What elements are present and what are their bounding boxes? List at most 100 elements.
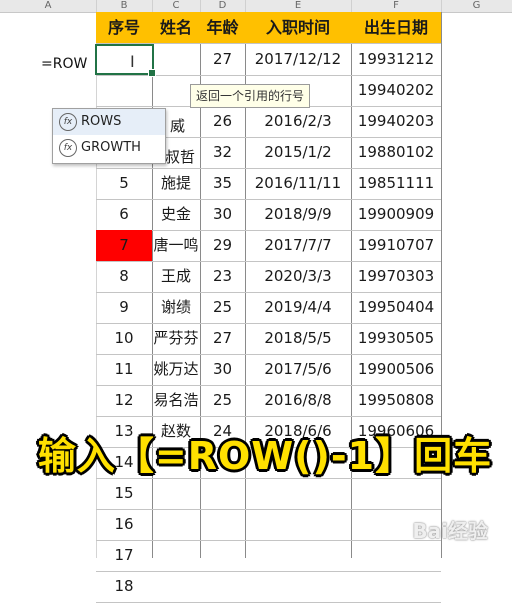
- cell-hire-date[interactable]: 2020/3/3: [245, 261, 351, 292]
- fill-handle[interactable]: [148, 69, 156, 77]
- autocomplete-label: ROWS: [81, 114, 122, 129]
- cell-name[interactable]: 唐一鸣: [152, 230, 200, 261]
- cell-age[interactable]: 25: [200, 385, 245, 416]
- cell-name[interactable]: [152, 571, 200, 602]
- cell-hire-date[interactable]: 2016/2/3: [245, 106, 351, 137]
- autocomplete-item-growth[interactable]: fx GROWTH: [53, 135, 165, 161]
- cell-birth-date[interactable]: 19900506: [351, 354, 441, 385]
- cell-name[interactable]: 施提: [152, 168, 200, 199]
- cell-index[interactable]: 11: [96, 354, 152, 385]
- instruction-caption: 输入【=ROW()-1】回车: [37, 434, 493, 478]
- cell-hire-date[interactable]: 2015/1/2: [245, 137, 351, 168]
- header-cell-index[interactable]: 序号: [96, 12, 152, 43]
- cell-hire-date[interactable]: [245, 509, 351, 540]
- cell-age[interactable]: 29: [200, 230, 245, 261]
- cell-birth-date[interactable]: 19940203: [351, 106, 441, 137]
- cell-hire-date[interactable]: [245, 540, 351, 571]
- cell-hire-date[interactable]: 2017/5/6: [245, 354, 351, 385]
- cell-name[interactable]: [152, 44, 200, 75]
- cell-age[interactable]: 25: [200, 292, 245, 323]
- cell-hire-date[interactable]: 2016/11/11: [245, 168, 351, 199]
- cell-age[interactable]: 30: [200, 199, 245, 230]
- cell-name[interactable]: [152, 509, 200, 540]
- cell-index[interactable]: 12: [96, 385, 152, 416]
- table-row: 12 易名浩 25 2016/8/8 19950808: [96, 385, 441, 417]
- cell-name[interactable]: 严芬芬: [152, 323, 200, 354]
- cell-name[interactable]: 姚万达: [152, 354, 200, 385]
- cell-index[interactable]: [96, 75, 152, 106]
- cell-age[interactable]: 30: [200, 354, 245, 385]
- column-header-f[interactable]: F: [351, 0, 442, 12]
- cell-name[interactable]: [152, 478, 200, 509]
- cell-index[interactable]: 6: [96, 199, 152, 230]
- cell-age[interactable]: [200, 509, 245, 540]
- cell-age[interactable]: [200, 540, 245, 571]
- cell-name[interactable]: 王成: [152, 261, 200, 292]
- function-icon: fx: [59, 113, 77, 131]
- cell-index[interactable]: 8: [96, 261, 152, 292]
- cell-name[interactable]: 史金: [152, 199, 200, 230]
- cell-index[interactable]: 16: [96, 509, 152, 540]
- cell-birth-date[interactable]: 19880102: [351, 137, 441, 168]
- cell-age[interactable]: [200, 478, 245, 509]
- cell-name[interactable]: 易名浩: [152, 385, 200, 416]
- partial-name: 威: [170, 117, 186, 135]
- cell-birth-date[interactable]: [351, 540, 441, 571]
- cell-hire-date[interactable]: 2018/5/5: [245, 323, 351, 354]
- cell-name[interactable]: 谢绩: [152, 292, 200, 323]
- cell-age[interactable]: 26: [200, 106, 245, 137]
- cell-index[interactable]: 5: [96, 168, 152, 199]
- header-cell-age[interactable]: 年龄: [200, 12, 245, 43]
- cell-birth-date[interactable]: [351, 571, 441, 602]
- partial-name: 叔哲: [165, 148, 196, 166]
- cell-hire-date[interactable]: 2017/7/7: [245, 230, 351, 261]
- text-cursor-icon: I: [130, 52, 135, 71]
- cell-birth-date[interactable]: 19930505: [351, 323, 441, 354]
- column-header-b[interactable]: B: [96, 0, 153, 12]
- cell-index[interactable]: 7: [96, 230, 152, 261]
- cell-birth-date[interactable]: 19931212: [351, 44, 441, 75]
- cell-index[interactable]: 15: [96, 478, 152, 509]
- cell-index[interactable]: 10: [96, 323, 152, 354]
- header-cell-name[interactable]: 姓名: [152, 12, 200, 43]
- cell-birth-date[interactable]: 19950808: [351, 385, 441, 416]
- cell-birth-date[interactable]: [351, 478, 441, 509]
- cell-age[interactable]: 32: [200, 137, 245, 168]
- cell-birth-date[interactable]: 19940202: [351, 75, 441, 106]
- cell-birth-date[interactable]: 19970303: [351, 261, 441, 292]
- cell-hire-date[interactable]: 2017/12/12: [245, 44, 351, 75]
- cell-hire-date[interactable]: [245, 571, 351, 602]
- cell-birth-date[interactable]: 19950404: [351, 292, 441, 323]
- cell-birth-date[interactable]: 19851111: [351, 168, 441, 199]
- function-tooltip: 返回一个引用的行号: [190, 84, 311, 108]
- header-cell-hire-date[interactable]: 入职时间: [245, 12, 351, 43]
- cell-age[interactable]: 27: [200, 44, 245, 75]
- cell-index[interactable]: 17: [96, 540, 152, 571]
- function-icon: fx: [59, 139, 77, 157]
- cell-index[interactable]: 9: [96, 292, 152, 323]
- cell-age[interactable]: [200, 571, 245, 602]
- cell-hire-date[interactable]: 2016/8/8: [245, 385, 351, 416]
- cell-birth-date[interactable]: 19900909: [351, 199, 441, 230]
- table-row: 8 王成 23 2020/3/3 19970303: [96, 261, 441, 293]
- autocomplete-label: GROWTH: [81, 140, 141, 155]
- formula-entry-text: =ROW: [41, 56, 88, 72]
- autocomplete-item-rows[interactable]: fx ROWS: [53, 109, 165, 135]
- header-cell-birth-date[interactable]: 出生日期: [351, 12, 441, 43]
- cell-hire-date[interactable]: 2018/9/9: [245, 199, 351, 230]
- column-header-g[interactable]: G: [441, 0, 512, 12]
- cell-hire-date[interactable]: 2019/4/4: [245, 292, 351, 323]
- cell-birth-date[interactable]: 19910707: [351, 230, 441, 261]
- active-cell[interactable]: [95, 44, 156, 77]
- table-row: 6 史金 30 2018/9/9 19900909: [96, 199, 441, 231]
- column-header-e[interactable]: E: [245, 0, 352, 12]
- column-header-a[interactable]: A: [0, 0, 97, 12]
- column-header-d[interactable]: D: [200, 0, 246, 12]
- cell-hire-date[interactable]: [245, 478, 351, 509]
- cell-age[interactable]: 27: [200, 323, 245, 354]
- cell-name[interactable]: [152, 540, 200, 571]
- cell-age[interactable]: 23: [200, 261, 245, 292]
- column-header-c[interactable]: C: [152, 0, 201, 12]
- cell-index[interactable]: 18: [96, 571, 152, 602]
- cell-age[interactable]: 35: [200, 168, 245, 199]
